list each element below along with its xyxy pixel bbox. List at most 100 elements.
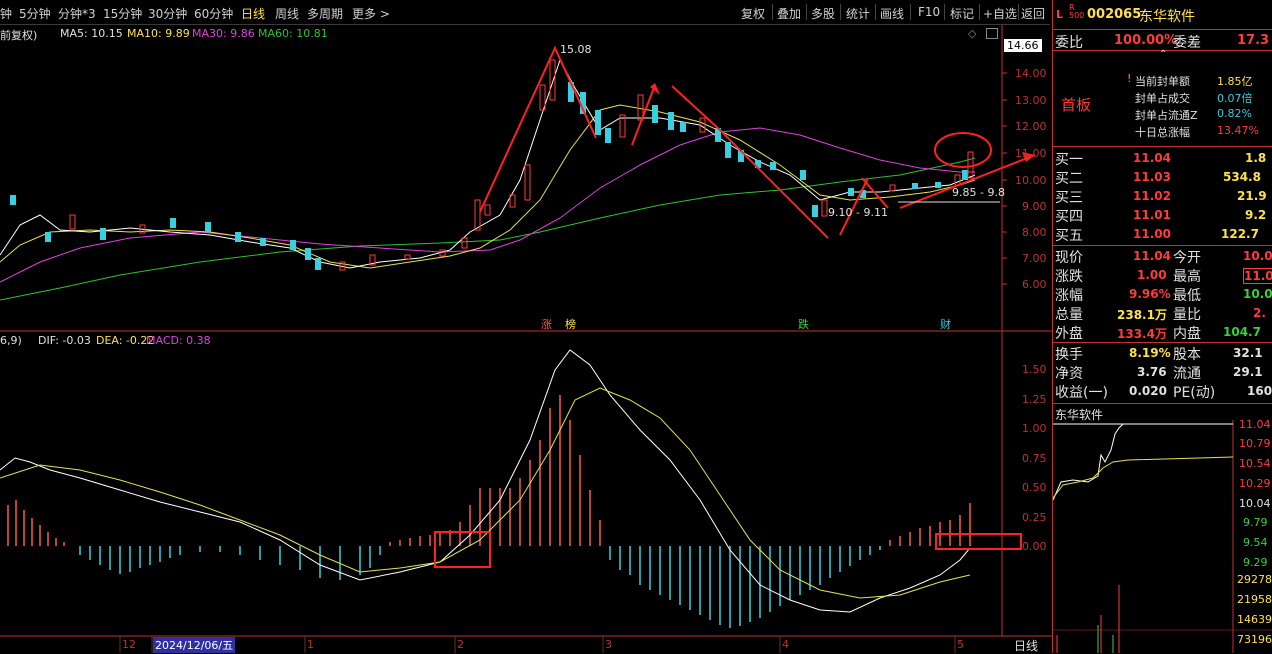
price-tick: 6.00	[1022, 278, 1047, 291]
ma5-label: MA5: 10.15	[60, 27, 123, 40]
period-30min[interactable]: 30分钟	[148, 5, 187, 22]
flag-l: L	[1056, 8, 1064, 21]
date-label: 1	[307, 638, 314, 651]
fuquan-label: 前复权)	[0, 29, 38, 42]
date-label: 5	[957, 638, 964, 651]
period-daily[interactable]: 日线	[241, 5, 265, 22]
tool-stats[interactable]: 统计	[846, 5, 870, 22]
dif-label: DIF: -0.03	[38, 334, 91, 347]
mini-tick: 10.79	[1239, 437, 1271, 450]
weicha-label: 委差	[1173, 35, 1201, 51]
period-multi[interactable]: 多周期	[307, 5, 343, 22]
drawn-annotations	[479, 45, 1036, 239]
event-marker[interactable]: 榜	[565, 316, 576, 332]
vol-tick: 29278	[1237, 573, 1272, 586]
period-60min[interactable]: 60分钟	[194, 5, 233, 22]
tool-add-watch[interactable]: +自选	[983, 5, 1017, 22]
highlight-box-2	[935, 533, 1022, 550]
period-min[interactable]: 钟	[0, 5, 12, 22]
period-indicator[interactable]: 日线	[1014, 637, 1038, 654]
period-5min[interactable]: 5分钟	[19, 5, 51, 22]
macd-tick: 0.00	[1022, 540, 1047, 553]
date-label: 12	[122, 638, 136, 651]
macd-histogram	[7, 395, 971, 628]
mini-tick: 10.29	[1239, 477, 1271, 490]
weicha-value: 17.3	[1237, 33, 1270, 48]
info-icon: !	[1127, 72, 1132, 85]
seal-value: 1.85亿	[1217, 75, 1253, 88]
event-marker[interactable]: 财	[940, 316, 951, 332]
vol-tick: 73196	[1237, 633, 1272, 646]
macd-tick: 1.00	[1022, 422, 1047, 435]
period-weekly[interactable]: 周线	[275, 5, 299, 22]
period-more[interactable]: 更多 >	[352, 5, 390, 22]
mini-tick: 9.79	[1243, 516, 1268, 529]
price-tick: 10.00	[1015, 174, 1047, 187]
seal-value: 0.82%	[1217, 107, 1252, 120]
mini-tick: 10.54	[1239, 457, 1271, 470]
ma10-line	[0, 104, 976, 269]
quote-panel: L R 500 002065 东华软件 委比 100.00% 委差 17.3 ⌃…	[1052, 0, 1272, 653]
mini-tick: 9.54	[1243, 536, 1268, 549]
vol-tick: 21958	[1237, 593, 1272, 606]
tool-overlay[interactable]: 叠加	[777, 5, 801, 22]
period-15min[interactable]: 15分钟	[103, 5, 142, 22]
ma30-label: MA30: 9.86	[192, 27, 255, 40]
seal-value: 0.07倍	[1217, 92, 1253, 105]
date-cursor-label: 2024/12/06/五	[153, 637, 236, 653]
mini-tick: 10.04	[1239, 497, 1271, 510]
tool-f10[interactable]: F10	[918, 5, 940, 19]
macd-label: MACD: 0.38	[146, 334, 211, 347]
weibi-label: 委比	[1055, 35, 1083, 51]
flag-sub: R 500	[1069, 3, 1085, 20]
price-tick: 12.00	[1015, 120, 1047, 133]
high-label: 15.08	[560, 43, 592, 56]
stock-code: 002065	[1087, 7, 1142, 22]
date-label: 3	[605, 638, 612, 651]
tool-multi-stock[interactable]: 多股	[811, 5, 835, 22]
price-tick: 8.00	[1022, 226, 1047, 239]
tool-back[interactable]: 返回	[1021, 5, 1045, 22]
seal-label: 封单占成交	[1135, 92, 1190, 105]
macd-tick: 0.25	[1022, 511, 1047, 524]
price-tick: 11.00	[1015, 147, 1047, 160]
diamond-icon[interactable]: ◇	[968, 27, 976, 40]
price-tick: 14.00	[1015, 67, 1047, 80]
price-tick: 9.00	[1022, 200, 1047, 213]
date-label: 2	[457, 638, 464, 651]
candles	[10, 59, 974, 271]
mini-tick: 11.04	[1239, 418, 1271, 431]
dif-line	[0, 349, 971, 613]
collapse-icon[interactable]: ⌃	[1159, 49, 1167, 60]
vol-tick: 14639	[1237, 613, 1272, 626]
seal-label: 当前封单额	[1135, 75, 1190, 88]
range2-label: 9.85 - 9.8	[952, 186, 1005, 199]
seal-label: 十日总涨幅	[1135, 126, 1190, 139]
period-min-x3[interactable]: 分钟*3	[58, 5, 96, 22]
tool-fuquan[interactable]: 复权	[741, 5, 765, 22]
low-range-label: 9.10 - 9.11	[828, 206, 888, 219]
event-marker[interactable]: 跌	[798, 316, 809, 332]
macd-tick: 0.75	[1022, 452, 1047, 465]
price-tick: 7.00	[1022, 252, 1047, 265]
macd-tick: 1.50	[1022, 363, 1047, 376]
macd-tick: 1.25	[1022, 393, 1047, 406]
seal-value: 13.47%	[1217, 124, 1259, 137]
date-label: 4	[782, 638, 789, 651]
ma60-label: MA60: 10.81	[258, 27, 328, 40]
weibi-value: 100.00%	[1114, 33, 1178, 48]
tool-draw[interactable]: 画线	[880, 5, 904, 22]
kline-chart[interactable]	[0, 0, 1052, 653]
status-badge: 首板	[1061, 96, 1092, 114]
mini-tick: 9.29	[1243, 556, 1268, 569]
window-icon[interactable]	[986, 28, 998, 39]
ma60-line	[0, 157, 976, 301]
tool-mark[interactable]: 标记	[950, 5, 974, 22]
price-tick: 13.00	[1015, 94, 1047, 107]
seal-label: 封单占流通Z	[1135, 109, 1198, 122]
current-price-tag: 14.66	[1004, 39, 1042, 52]
stock-name: 东华软件	[1139, 9, 1195, 25]
event-marker[interactable]: 涨	[541, 316, 552, 332]
macd-tick: 0.50	[1022, 481, 1047, 494]
ma10-label: MA10: 9.89	[127, 27, 190, 40]
